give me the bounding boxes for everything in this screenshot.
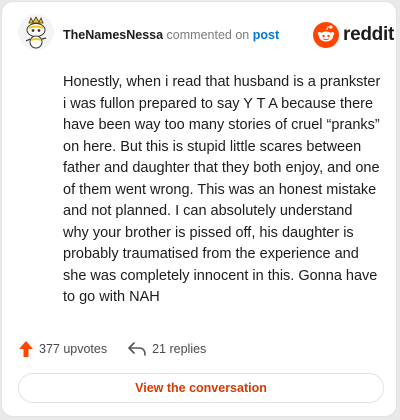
replies-count: 21 replies [152, 342, 207, 356]
author-name[interactable]: TheNamesNessa [63, 28, 163, 42]
author-line: TheNamesNessa commented on post [63, 28, 279, 42]
reply-arrow-icon [128, 342, 146, 356]
comment-body: Honestly, when i read that husband is a … [63, 74, 381, 305]
comment-card: TheNamesNessa commented on post reddit H… [1, 1, 397, 417]
comment-header: TheNamesNessa commented on post reddit [2, 2, 396, 66]
upvotes-count: 377 upvotes [39, 342, 108, 356]
snoo-avatar-icon [18, 14, 54, 50]
user-avatar[interactable] [18, 14, 54, 50]
view-conversation-button[interactable]: View the conversation [18, 373, 384, 403]
upvote-arrow-icon [19, 341, 33, 357]
reddit-wordmark: reddit [343, 24, 394, 45]
upvotes-stat[interactable]: 377 upvotes [18, 340, 107, 358]
reddit-snoo-icon [313, 22, 339, 48]
post-link[interactable]: post [253, 28, 279, 42]
replies-stat[interactable]: 21 replies [127, 341, 206, 357]
comment-stats: 377 upvotes 21 replies [18, 339, 206, 359]
reddit-logo[interactable]: reddit [313, 22, 394, 48]
commented-on-text: commented on [166, 28, 250, 42]
